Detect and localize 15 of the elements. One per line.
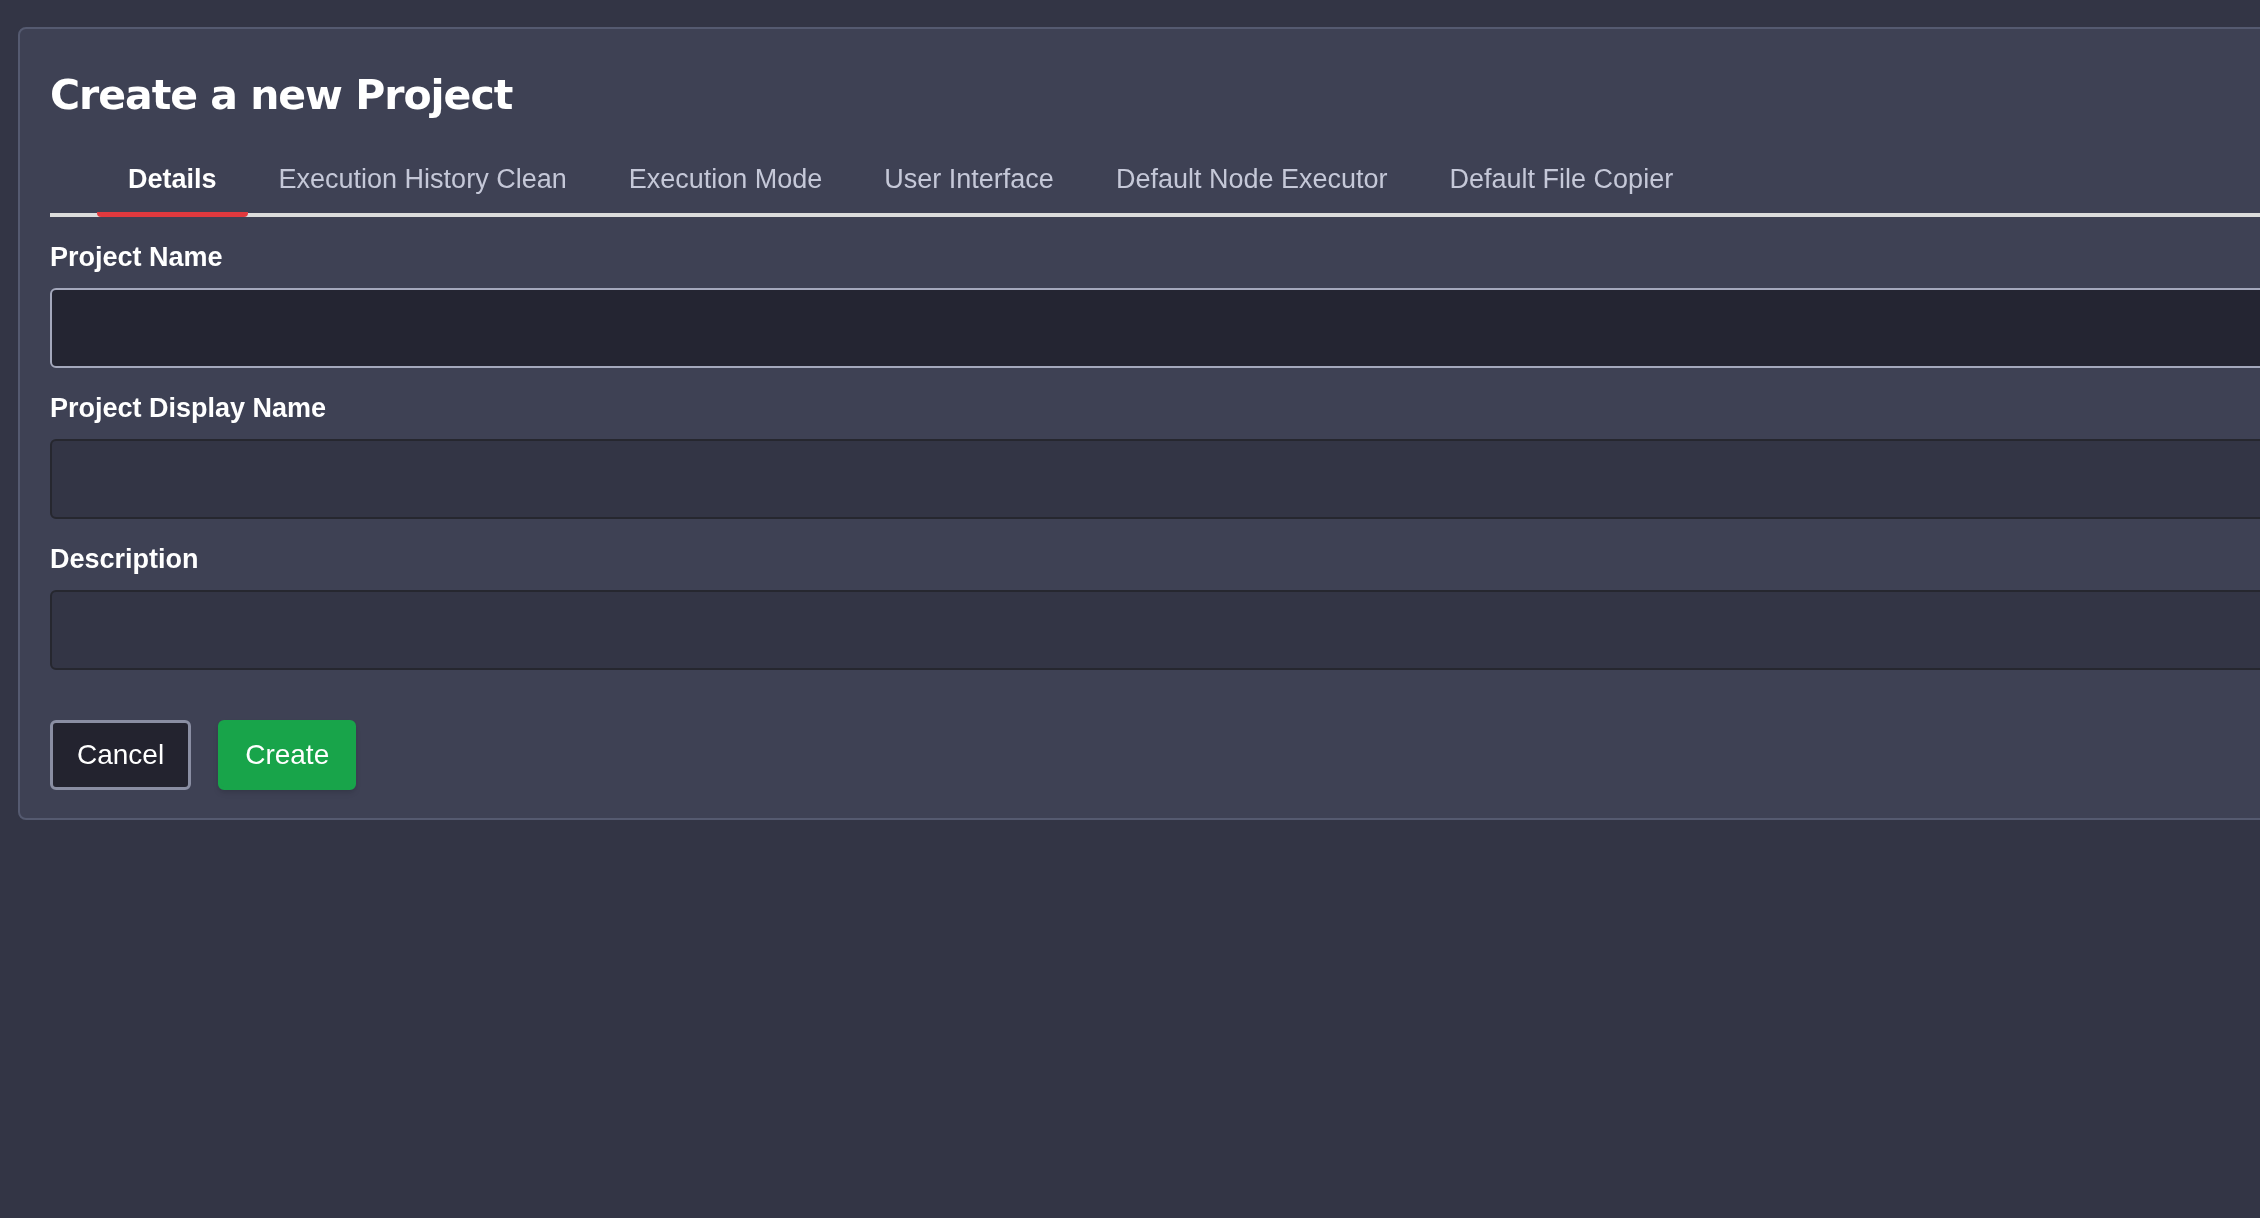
tab[interactable]: Default Node Executor [1084,159,1419,217]
input-field[interactable] [50,438,2260,519]
input-field[interactable] [50,589,2260,670]
input-field[interactable] [50,287,2260,368]
field-label: Project Name [50,240,224,274]
dialog-title: Create a new Project [50,70,514,121]
tab[interactable]: Details [97,159,248,217]
tab[interactable]: Execution History Clean [247,159,598,217]
cancel-button[interactable]: Cancel [50,719,192,790]
tab[interactable]: Execution Mode [597,159,854,217]
create-button[interactable]: Create [218,719,357,790]
tab[interactable]: Default File Copier [1418,159,1705,217]
tab[interactable]: User Interface [853,159,1085,217]
field-label: Project Display Name [50,391,328,425]
field-label: Description [50,542,200,576]
